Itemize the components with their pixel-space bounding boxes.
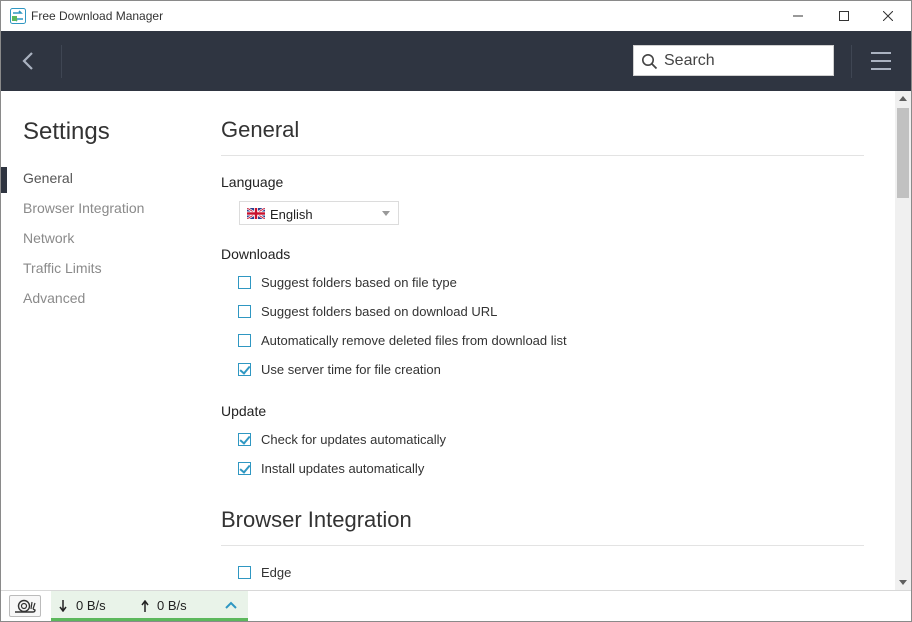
option-label: Suggest folders based on file type xyxy=(261,274,457,290)
settings-nav: General Browser Integration Network Traf… xyxy=(1,165,201,315)
option-auto-remove-deleted[interactable]: Automatically remove deleted files from … xyxy=(238,330,567,350)
back-button[interactable] xyxy=(15,49,41,73)
language-value: English xyxy=(270,207,313,222)
toolbar-divider xyxy=(851,45,852,78)
nav-item-network[interactable]: Network xyxy=(1,225,201,255)
nav-item-browser-integration[interactable]: Browser Integration xyxy=(1,195,201,225)
option-edge[interactable]: Edge xyxy=(238,562,291,582)
maximize-button[interactable] xyxy=(821,1,867,31)
checkbox-checked[interactable] xyxy=(238,362,251,376)
option-label: Install updates automatically xyxy=(261,460,425,476)
checkbox-checked[interactable] xyxy=(238,461,251,475)
uk-flag-icon xyxy=(247,208,265,219)
section-title-browser-integration: Browser Integration xyxy=(221,507,412,532)
checkbox[interactable] xyxy=(238,275,251,289)
vertical-scrollbar[interactable] xyxy=(895,91,911,590)
hamburger-menu-icon[interactable] xyxy=(869,50,893,72)
speed-panel: 0 B/s 0 B/s xyxy=(51,591,248,621)
option-label: Check for updates automatically xyxy=(261,431,446,447)
option-label: Automatically remove deleted files from … xyxy=(261,332,567,348)
minimize-icon xyxy=(793,15,803,17)
option-label: Use server time for file creation xyxy=(261,361,441,377)
checkbox[interactable] xyxy=(238,565,251,579)
maximize-icon xyxy=(839,11,849,21)
arrow-down-icon xyxy=(59,600,67,612)
language-select[interactable]: English xyxy=(239,201,399,225)
scroll-up-icon[interactable] xyxy=(899,96,907,101)
top-toolbar xyxy=(1,31,911,91)
download-speed: 0 B/s xyxy=(76,598,106,613)
option-label: Suggest folders based on download URL xyxy=(261,303,498,319)
section-divider xyxy=(221,545,864,546)
snail-icon xyxy=(15,599,36,613)
close-button[interactable] xyxy=(865,1,911,31)
upload-speed: 0 B/s xyxy=(157,598,187,613)
checkbox[interactable] xyxy=(238,304,251,318)
chevron-left-icon xyxy=(22,52,33,70)
option-suggest-by-url[interactable]: Suggest folders based on download URL xyxy=(238,301,497,321)
option-server-time[interactable]: Use server time for file creation xyxy=(238,359,441,379)
fdm-logo-icon xyxy=(10,8,26,24)
minimize-button[interactable] xyxy=(775,1,821,31)
app-window: Free Download Manager Search Settings Ge… xyxy=(0,0,912,622)
option-check-updates[interactable]: Check for updates automatically xyxy=(238,429,446,449)
search-box[interactable] xyxy=(633,45,834,76)
option-install-updates[interactable]: Install updates automatically xyxy=(238,458,424,478)
arrow-up-icon xyxy=(141,600,149,612)
search-input[interactable] xyxy=(664,50,824,72)
option-suggest-by-type[interactable]: Suggest folders based on file type xyxy=(238,272,457,292)
checkbox-checked[interactable] xyxy=(238,432,251,446)
downloads-label: Downloads xyxy=(221,246,291,262)
language-label: Language xyxy=(221,174,284,190)
title-bar: Free Download Manager xyxy=(1,1,911,31)
window-title: Free Download Manager xyxy=(31,9,164,23)
scrollbar-thumb[interactable] xyxy=(897,108,909,198)
nav-item-advanced[interactable]: Advanced xyxy=(1,285,201,315)
section-divider xyxy=(221,155,864,156)
settings-page: Settings General Browser Integration Net… xyxy=(1,91,897,590)
nav-item-traffic-limits[interactable]: Traffic Limits xyxy=(1,255,201,285)
toolbar-divider xyxy=(61,45,62,78)
option-label: Edge xyxy=(261,564,292,580)
page-title: Settings xyxy=(23,118,110,145)
scroll-down-icon[interactable] xyxy=(899,580,907,585)
close-icon xyxy=(883,11,893,21)
nav-item-general[interactable]: General xyxy=(1,165,201,195)
chevron-down-icon xyxy=(382,211,390,216)
status-bar: 0 B/s 0 B/s xyxy=(1,590,911,621)
update-label: Update xyxy=(221,403,267,419)
speed-mode-button[interactable] xyxy=(9,595,41,617)
section-title-general: General xyxy=(221,117,300,142)
checkbox[interactable] xyxy=(238,333,251,347)
chevron-up-icon[interactable] xyxy=(225,601,237,609)
search-icon xyxy=(642,54,658,70)
